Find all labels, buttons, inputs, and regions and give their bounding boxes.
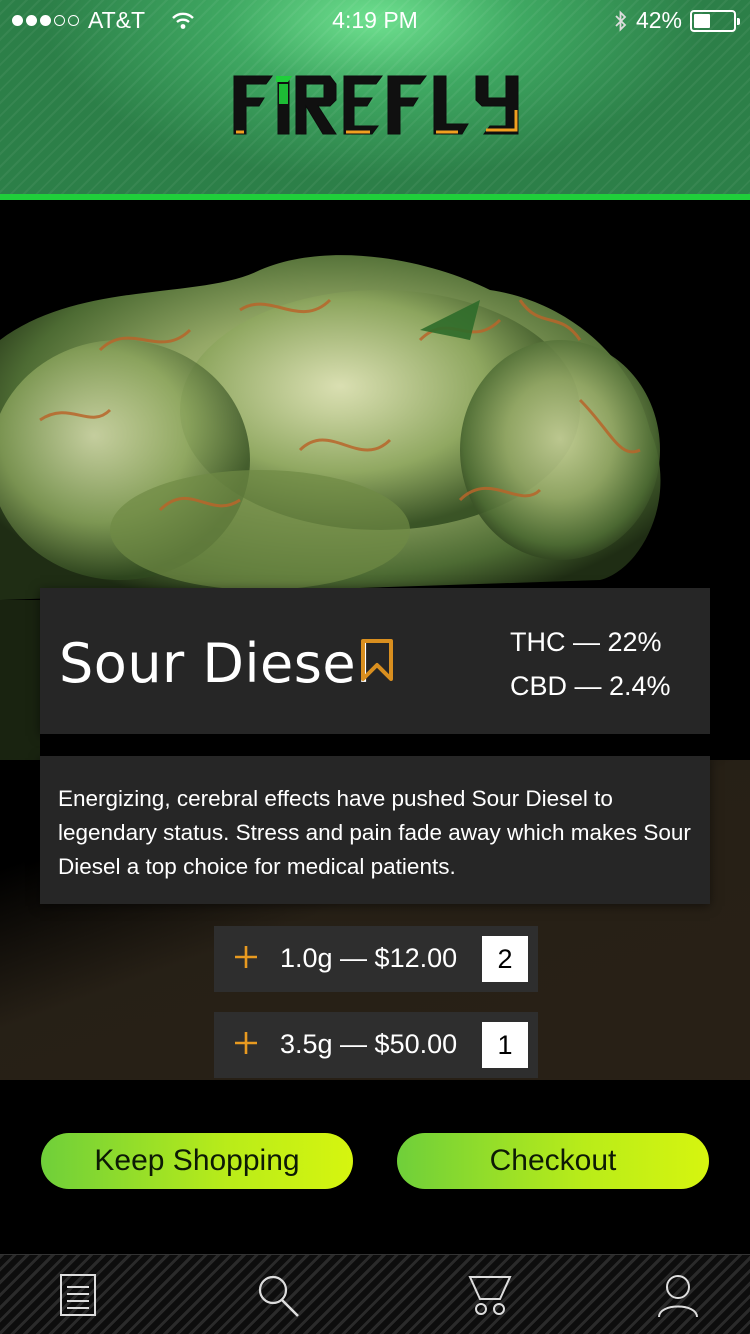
battery-percent: 42% bbox=[635, 7, 682, 33]
search-icon[interactable] bbox=[254, 1271, 302, 1319]
plus-icon[interactable] bbox=[232, 1029, 260, 1057]
size-option-3-5g[interactable]: 3.5g — $50.00 1 bbox=[214, 1012, 538, 1078]
thc-value: THC — 22% bbox=[510, 627, 662, 657]
size-option-label: 3.5g — $50.00 bbox=[280, 1029, 458, 1059]
bluetooth-icon bbox=[615, 9, 627, 32]
battery-icon bbox=[690, 9, 740, 32]
menu-list-icon[interactable] bbox=[54, 1271, 102, 1319]
checkout-button[interactable]: Checkout bbox=[397, 1133, 709, 1189]
product-info-card: Sour Diesel THC — 22% CBD — 2.4% bbox=[40, 588, 710, 734]
app-header: AT&T 4:19 PM 42% bbox=[0, 0, 750, 200]
plus-icon[interactable] bbox=[232, 943, 260, 971]
product-name: Sour Diesel bbox=[59, 632, 372, 695]
status-bar: AT&T 4:19 PM 42% bbox=[0, 0, 750, 40]
bookmark-icon[interactable] bbox=[360, 638, 394, 682]
cannabinoid-info: THC — 22% CBD — 2.4% bbox=[510, 620, 671, 708]
keep-shopping-button[interactable]: Keep Shopping bbox=[41, 1133, 353, 1189]
size-option-label: 1.0g — $12.00 bbox=[280, 943, 458, 973]
tab-bar bbox=[0, 1254, 750, 1334]
product-hero: Sour Diesel THC — 22% CBD — 2.4% Energiz… bbox=[0, 200, 750, 1080]
size-option-1g[interactable]: 1.0g — $12.00 2 bbox=[214, 926, 538, 992]
cart-icon[interactable] bbox=[466, 1271, 514, 1319]
firefly-logo bbox=[233, 75, 519, 135]
profile-icon[interactable] bbox=[654, 1271, 702, 1319]
quantity-badge[interactable]: 1 bbox=[482, 1022, 528, 1068]
status-right: 42% bbox=[614, 7, 740, 34]
quantity-badge[interactable]: 2 bbox=[482, 936, 528, 982]
cbd-value: CBD — 2.4% bbox=[510, 671, 671, 701]
product-description: Energizing, cerebral effects have pushed… bbox=[40, 756, 710, 904]
battery-fill bbox=[694, 13, 710, 28]
